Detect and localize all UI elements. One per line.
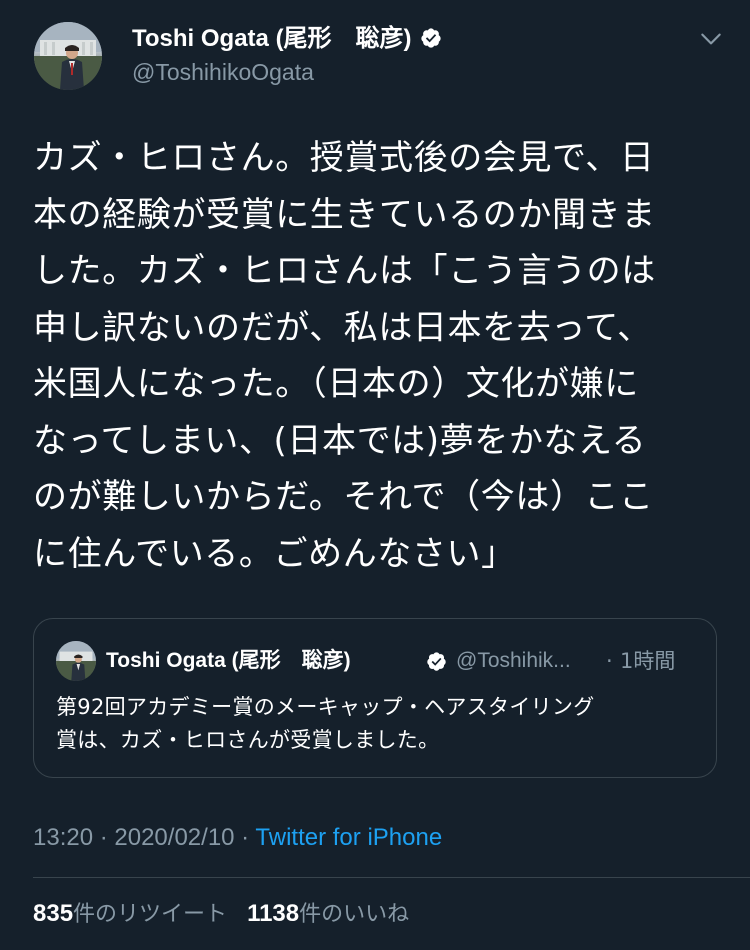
quoted-separator: · <box>606 649 613 673</box>
author-avatar[interactable] <box>34 22 102 90</box>
tweet-text-line: に住んでいる。ごめんなさい」 <box>33 533 516 574</box>
tweet-text-line: 米国人になった。（日本の）文化が嫌に <box>33 364 639 404</box>
author-handle[interactable]: @ToshihikoOgata <box>132 58 314 86</box>
quoted-tweet-text: 第92回アカデミー賞のメーキャップ・ヘアスタイリング 賞は、カズ・ヒロさんが受賞… <box>56 691 696 757</box>
tweet-time[interactable]: 13:20 <box>33 824 93 851</box>
tweet-text-line: した。カズ・ヒロさんは「こう言うのは <box>33 251 656 291</box>
retweet-count-label: 件のリツイート <box>73 902 228 927</box>
tweet-text-line: カズ・ヒロさん。授賞式後の会見で、日 <box>33 138 655 178</box>
tweet-date[interactable]: 2020/02/10 <box>114 824 234 851</box>
quoted-tweet-card[interactable]: Toshi Ogata (尾形 聡彦) @Toshihik... · 1時間 第… <box>33 618 717 778</box>
avatar-photo <box>56 641 96 681</box>
retweet-count[interactable]: 835件のリツイート <box>33 900 228 927</box>
tweet-text: カズ・ヒロさん。授賞式後の会見で、日 本の経験が受賞に生きているのか聞きま した… <box>33 130 723 582</box>
divider <box>33 877 750 878</box>
tweet-header: Toshi Ogata (尾形 聡彦) @ToshihikoOgata <box>0 0 750 110</box>
avatar-photo <box>34 22 102 90</box>
meta-separator: · <box>93 824 115 851</box>
tweet-text-line: のが難しいからだ。それで（今は）ここ <box>33 477 654 517</box>
quoted-author-avatar <box>56 641 96 681</box>
quoted-timestamp: 1時間 <box>620 649 676 673</box>
quoted-text-line: 第92回アカデミー賞のメーキャップ・ヘアスタイリング <box>56 695 595 719</box>
author-name[interactable]: Toshi Ogata (尾形 聡彦) <box>132 24 442 54</box>
tweet-text-line: 申し訳ないのだが、私は日本を去って、 <box>33 307 652 348</box>
tweet-text-line: なってしまい、(日本では)夢をかなえる <box>33 420 647 461</box>
meta-separator: · <box>234 824 256 851</box>
tweet-text-line: 本の経験が受賞に生きているのか聞きま <box>33 194 656 235</box>
tweet-meta: 13:20 · 2020/02/10 · Twitter for iPhone <box>33 823 442 853</box>
like-count-label: 件のいいね <box>299 902 410 927</box>
like-count[interactable]: 1138件のいいね <box>247 900 410 927</box>
tweet-stats: 835件のリツイート 1138件のいいね <box>33 899 409 930</box>
quoted-author-name: Toshi Ogata (尾形 聡彦) <box>106 649 351 672</box>
quoted-text-line: 賞は、カズ・ヒロさんが受賞しました。 <box>56 728 440 752</box>
tweet-source-link[interactable]: Twitter for iPhone <box>255 824 442 851</box>
like-count-value: 1138 <box>247 900 300 927</box>
author-name-text[interactable]: Toshi Ogata (尾形 聡彦) <box>132 25 412 52</box>
verified-badge-icon <box>420 28 441 48</box>
quoted-author-handle: @Toshihik... <box>456 649 571 672</box>
retweet-count-value: 835 <box>33 900 74 927</box>
chevron-down-icon[interactable] <box>698 26 724 52</box>
verified-badge-icon <box>427 652 446 671</box>
